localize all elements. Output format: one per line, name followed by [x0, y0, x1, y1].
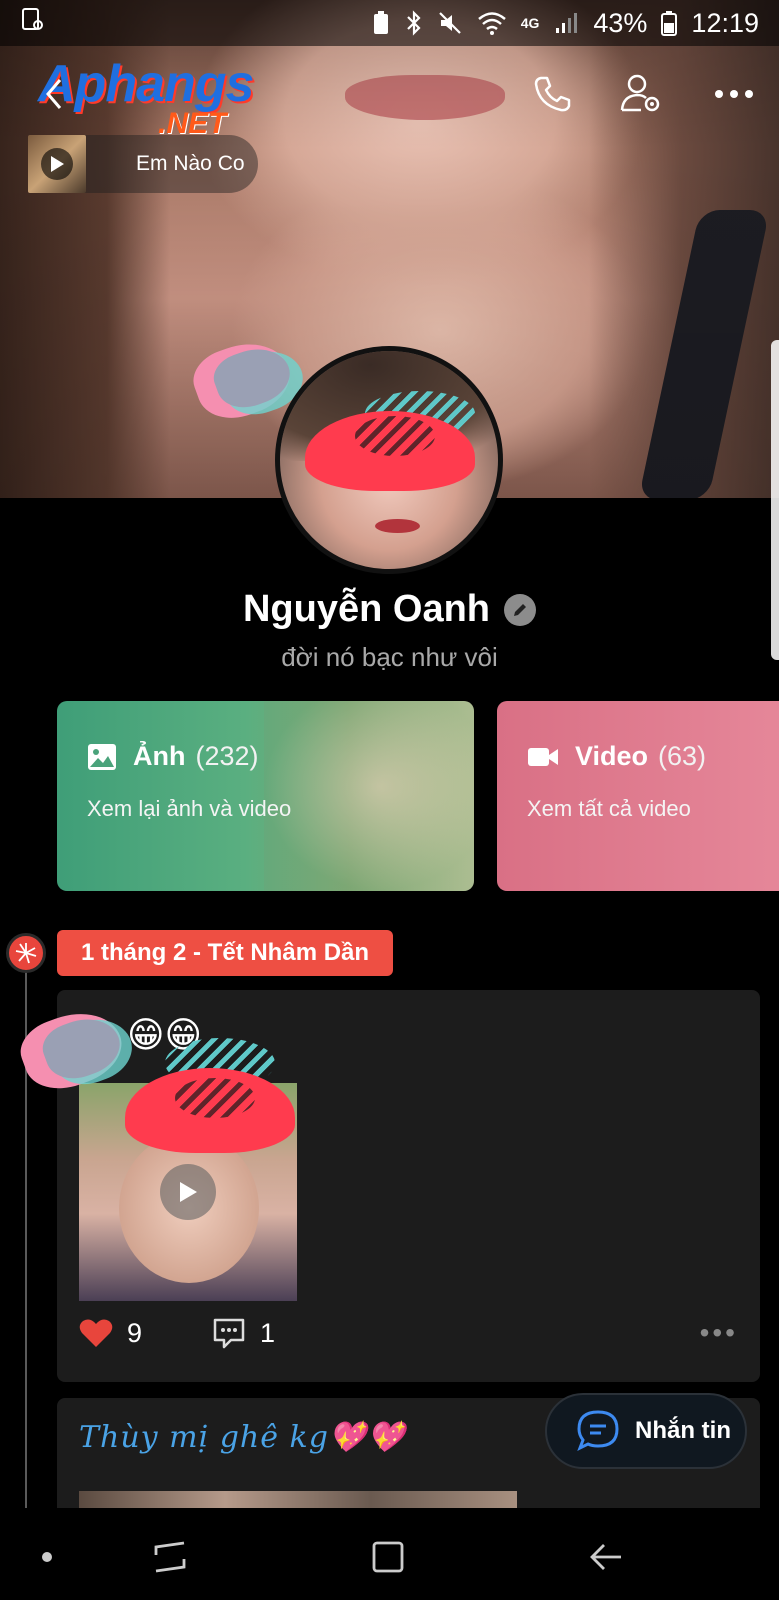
- dot-icon: [42, 1552, 52, 1562]
- recent-apps-icon: [154, 1541, 186, 1573]
- comment-button[interactable]: 1: [212, 1317, 275, 1349]
- logo-line2: .NET: [158, 107, 227, 140]
- wifi-icon: [477, 12, 506, 35]
- battery-saver-icon: [373, 11, 388, 34]
- network-type: 4G: [520, 15, 540, 31]
- red-lips-sticker: [125, 1038, 300, 1158]
- recent-apps-button[interactable]: [148, 1535, 192, 1579]
- pencil-icon: [514, 603, 527, 616]
- post-images[interactable]: [79, 1491, 517, 1508]
- comment-icon: [213, 1318, 245, 1349]
- comment-count: 1: [260, 1317, 276, 1348]
- timeline-date-label: 1 tháng 2 - Tết Nhâm Dần: [57, 930, 394, 976]
- music-title: Em Nào Co: [136, 152, 245, 175]
- user-gear-icon: [620, 74, 660, 112]
- chevron-left-icon: [46, 79, 62, 109]
- phone-icon: [534, 76, 571, 112]
- post-actions: 9 1 •••: [79, 1308, 738, 1358]
- post-video-play-button[interactable]: [160, 1164, 216, 1220]
- status-right: 4G 43% 12:19: [371, 8, 759, 39]
- nav-dot[interactable]: [25, 1535, 69, 1579]
- post-more-button[interactable]: •••: [700, 1317, 738, 1349]
- profile-music[interactable]: Em Nào Co: [28, 135, 258, 193]
- more-horizontal-icon: [715, 90, 753, 98]
- red-lips-sticker: [305, 391, 485, 491]
- like-button[interactable]: 9: [79, 1318, 142, 1349]
- lips-sticker: [13, 1000, 141, 1100]
- photos-subtitle: Xem lại ảnh và video: [87, 796, 292, 821]
- battery-icon: [661, 11, 678, 36]
- fireworks-icon: [15, 943, 37, 964]
- videos-subtitle: Xem tất cả video: [527, 796, 691, 821]
- signal-icon: [556, 13, 578, 33]
- photos-card-header: Ảnh (232): [87, 741, 259, 772]
- mute-icon: [438, 12, 461, 34]
- image-icon: [88, 743, 116, 770]
- system-back-button[interactable]: [584, 1535, 628, 1579]
- screenshot-icon: [22, 7, 43, 30]
- back-arrow-icon: [590, 1544, 621, 1570]
- message-button[interactable]: Nhắn tin: [545, 1393, 747, 1469]
- videos-card[interactable]: Video (63) Xem tất cả video: [497, 701, 779, 891]
- photos-label: Ảnh: [133, 741, 186, 771]
- profile-name-row: Nguyễn Oanh: [0, 588, 779, 631]
- play-icon: [180, 1182, 197, 1202]
- chat-bubble-icon: [577, 1410, 619, 1452]
- music-thumbnail: [28, 135, 86, 193]
- photos-card-background: [264, 701, 474, 891]
- photos-count: (232): [195, 741, 259, 771]
- home-square-icon: [372, 1541, 404, 1573]
- status-left: [20, 7, 60, 40]
- videos-card-header: Video (63): [527, 741, 706, 772]
- play-icon: [51, 156, 64, 172]
- videos-label: Video: [575, 741, 649, 771]
- profile-bio: đời nó bạc như vôi: [281, 642, 498, 672]
- back-button[interactable]: [30, 70, 78, 118]
- profile-name: Nguyễn Oanh: [242, 588, 491, 630]
- like-count: 9: [127, 1317, 143, 1348]
- clock: 12:19: [691, 7, 759, 38]
- avatar[interactable]: [275, 346, 503, 574]
- home-button[interactable]: [366, 1535, 410, 1579]
- video-camera-icon: [528, 747, 558, 766]
- battery-percent: 43%: [593, 7, 648, 38]
- photos-card[interactable]: Ảnh (232) Xem lại ảnh và video: [57, 701, 474, 891]
- more-options-button[interactable]: [710, 70, 758, 118]
- post-caption: Thùy mị ghê kg💖💖: [79, 1420, 406, 1455]
- bluetooth-icon: [406, 10, 421, 36]
- status-bar: 4G 43% 12:19: [0, 0, 779, 46]
- heart-icon: [79, 1319, 113, 1347]
- message-button-label: Nhắn tin: [635, 1417, 731, 1444]
- call-button[interactable]: [528, 70, 576, 118]
- edit-name-button[interactable]: [504, 593, 537, 626]
- timeline-event-dot: [6, 933, 46, 973]
- avatar-mouth: [375, 519, 420, 533]
- videos-count: (63): [658, 741, 707, 771]
- music-play-button[interactable]: [41, 148, 73, 180]
- profile-settings-button[interactable]: [617, 70, 665, 118]
